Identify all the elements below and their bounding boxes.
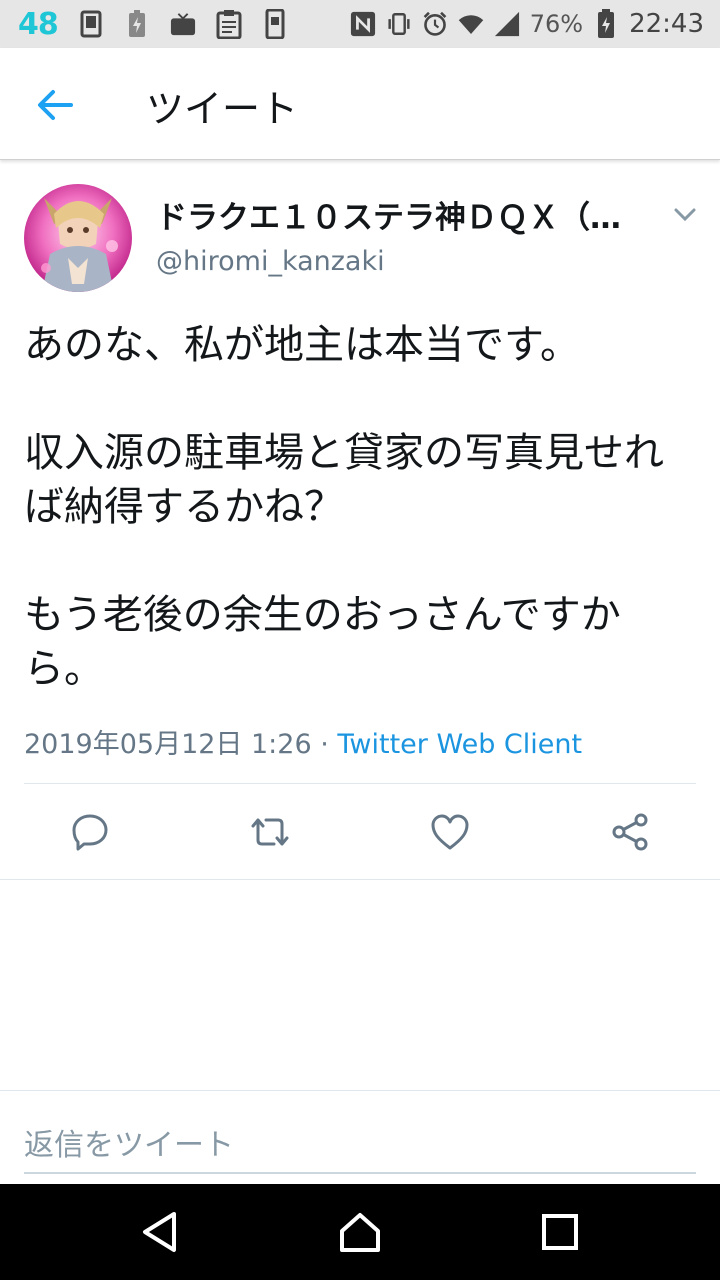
vibrate-icon xyxy=(386,9,412,39)
battery-saver-icon xyxy=(124,9,150,39)
battery-percent: 76% xyxy=(529,10,584,38)
back-button[interactable] xyxy=(30,80,80,130)
notification-count: 48 xyxy=(18,6,59,42)
nav-back-button[interactable] xyxy=(134,1206,186,1258)
reply-icon xyxy=(72,814,108,851)
share-icon xyxy=(612,813,648,851)
like-button[interactable] xyxy=(427,809,473,855)
tv-icon xyxy=(170,9,196,39)
recents-icon xyxy=(542,1214,578,1250)
tweet-timestamp: 2019年05月12日 1:26 · xyxy=(24,729,338,760)
tweet-text: あのな、私が地主は本当です。 収入源の駐車場と貸家の写真見せれば納得するかね？ … xyxy=(24,322,664,692)
divider xyxy=(24,783,696,784)
arrow-left-icon xyxy=(38,90,73,120)
status-bar: 48 76% 22:43 xyxy=(0,0,720,48)
wifi-icon xyxy=(458,9,484,39)
nfc-icon xyxy=(350,9,376,39)
clock-time: 22:43 xyxy=(629,9,704,39)
retweet-icon xyxy=(251,818,289,846)
tweet-meta: 2019年05月12日 1:26 · Twitter Web Client xyxy=(24,722,582,761)
home-icon xyxy=(340,1213,380,1252)
reply-button[interactable] xyxy=(67,809,113,855)
signal-icon xyxy=(494,9,520,39)
alarm-icon xyxy=(422,9,448,39)
like-icon xyxy=(431,814,469,850)
avatar[interactable] xyxy=(24,184,132,292)
retweet-button[interactable] xyxy=(247,809,293,855)
tweet-client-link[interactable]: Twitter Web Client xyxy=(337,729,582,760)
sim-card-icon xyxy=(78,9,104,39)
nav-home-button[interactable] xyxy=(334,1206,386,1258)
status-bar-right: 76% 22:43 xyxy=(350,0,704,48)
author-name[interactable]: ドラクエ１０ステラ神ＤＱＸ（熊... xyxy=(156,192,636,237)
clipboard-icon xyxy=(216,9,242,39)
author-handle[interactable]: @hiromi_kanzaki xyxy=(156,246,385,277)
tweet-options-button[interactable] xyxy=(668,198,702,232)
reply-input[interactable]: 返信をツイート xyxy=(24,1118,696,1174)
app-bar: ツイート xyxy=(0,48,720,160)
status-bar-left: 48 xyxy=(18,0,288,48)
nav-recents-button[interactable] xyxy=(534,1206,586,1258)
divider xyxy=(0,1090,720,1091)
battery-icon xyxy=(593,9,619,39)
avatar-image xyxy=(24,184,132,292)
back-triangle-icon xyxy=(143,1212,176,1252)
system-nav-bar xyxy=(0,1184,720,1280)
page-title: ツイート xyxy=(146,87,299,131)
reply-placeholder: 返信をツイート xyxy=(24,1128,234,1163)
share-button[interactable] xyxy=(607,809,653,855)
phone-icon xyxy=(262,9,288,39)
chevron-down-icon xyxy=(674,208,696,222)
divider xyxy=(0,879,720,880)
tweet-actions xyxy=(0,785,720,879)
